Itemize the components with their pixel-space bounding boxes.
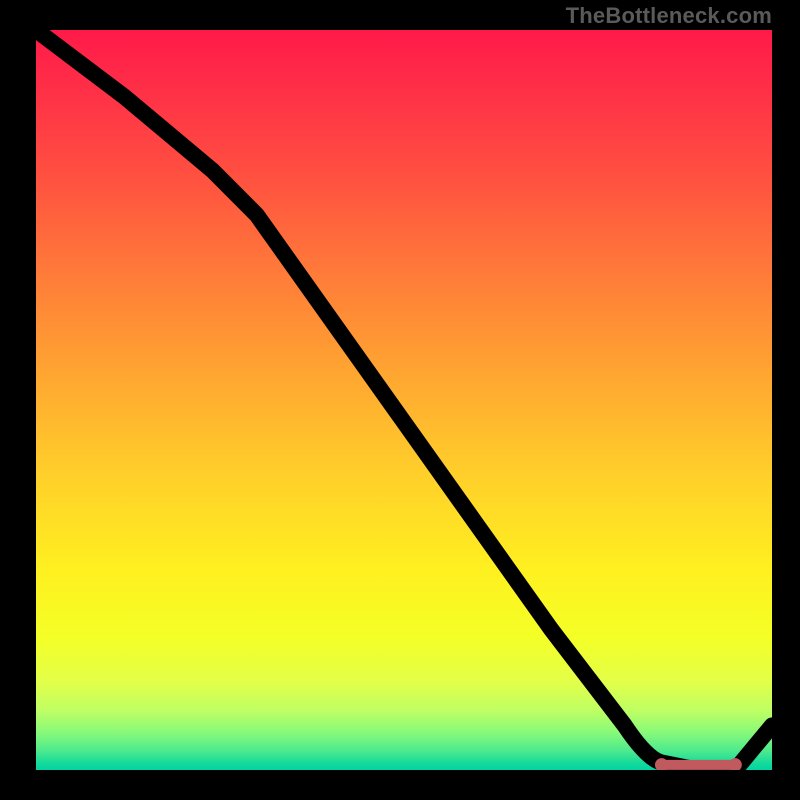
watermark-text: TheBottleneck.com [566, 3, 772, 29]
plot-area [36, 30, 772, 770]
chart-svg [36, 30, 772, 770]
chart-frame: TheBottleneck.com [0, 0, 800, 800]
bottleneck-curve-line [36, 30, 772, 770]
